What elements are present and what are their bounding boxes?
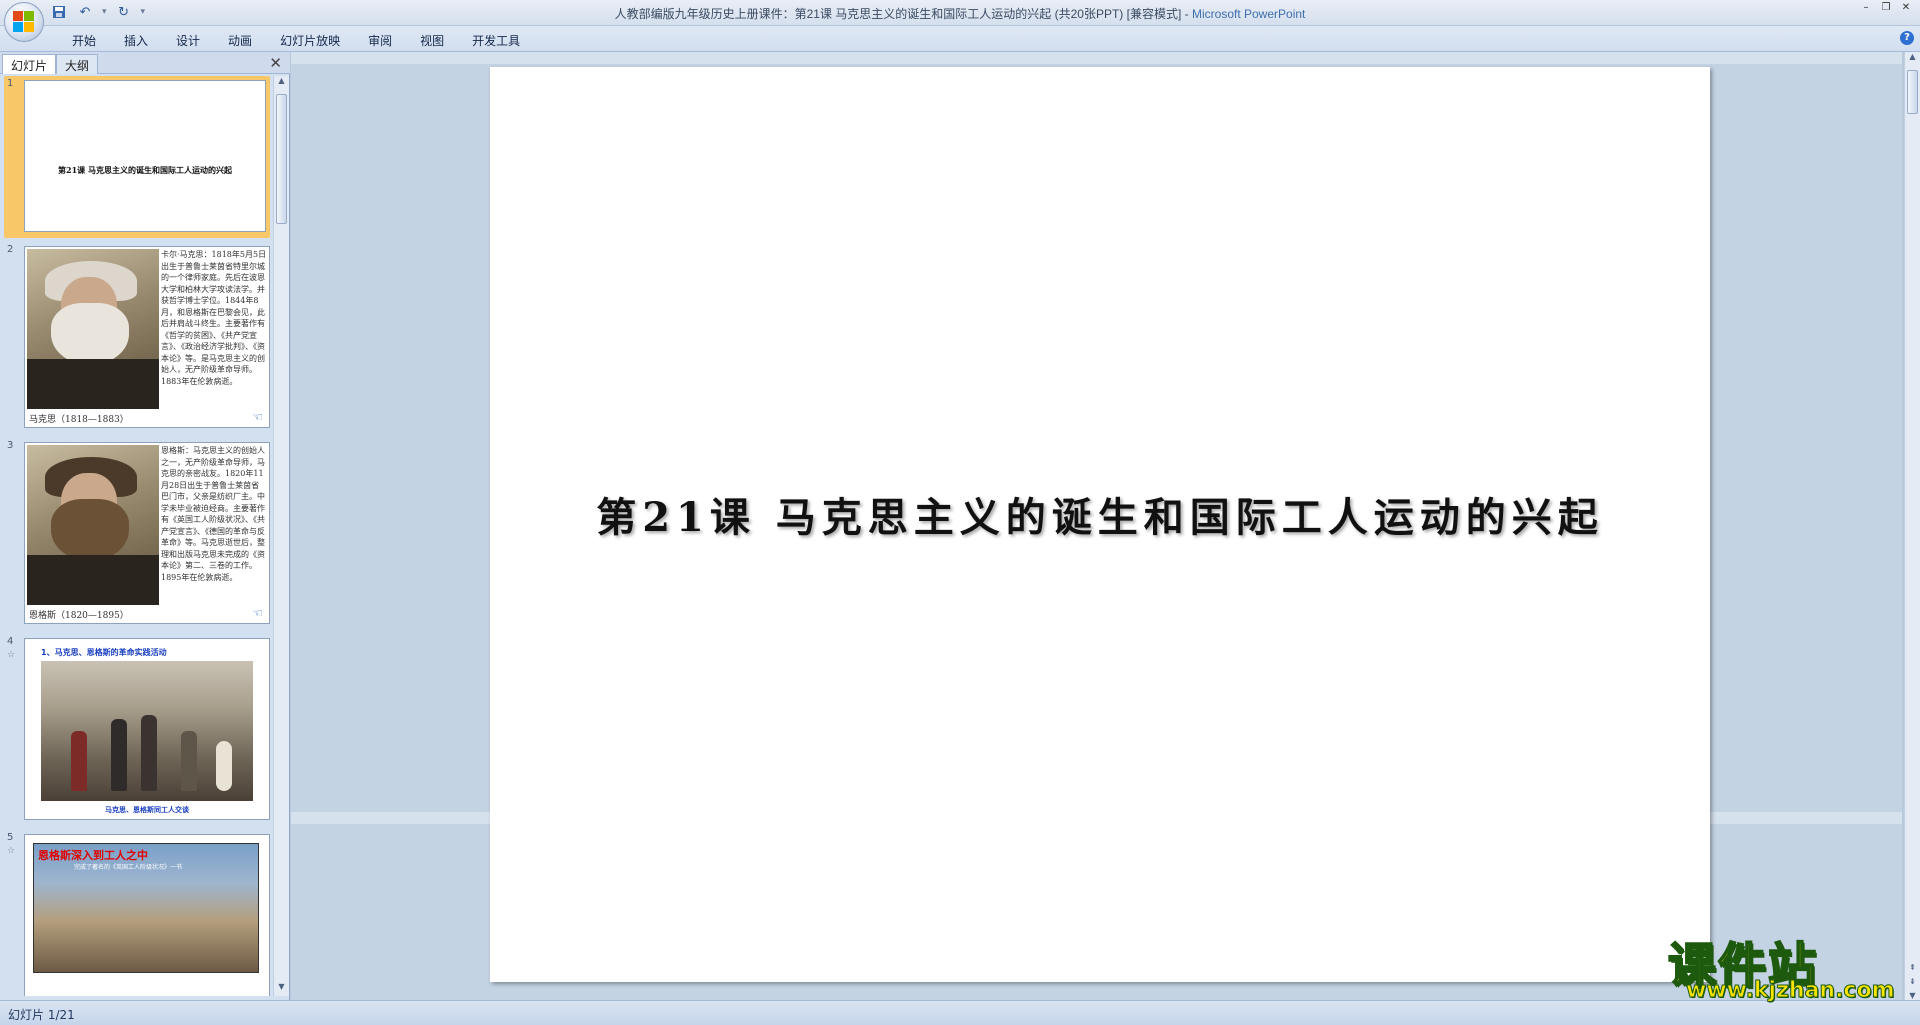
slide-heading: 1、马克思、恩格斯的革命实践活动 [41,648,167,657]
slide-caption: 马克思、恩格斯同工人交谈 [105,806,189,814]
slide-preview-title: 第21课 马克思主义的诞生和国际工人运动的兴起 [58,165,232,175]
hand-pointer-icon: ☜ [252,410,263,424]
slide-thumbnail-2[interactable]: 2 卡尔·马克思：1818年5月5日出生于普鲁士莱茵省特里尔城的一个律师家庭。先… [4,242,270,430]
tab-view[interactable]: 视图 [406,30,458,51]
portrait-caption: 恩格斯（1820—1895） [29,611,129,621]
current-slide[interactable]: 第21课 马克思主义的诞生和国际工人运动的兴起 [490,67,1710,982]
tab-developer[interactable]: 开发工具 [458,30,534,51]
tab-insert[interactable]: 插入 [110,30,162,51]
tab-slideshow[interactable]: 幻灯片放映 [266,30,354,51]
watermark-url: www.kjzhan.com [1686,978,1896,1004]
office-logo-icon [13,11,35,33]
slide-preview: 第21课 马克思主义的诞生和国际工人运动的兴起 [24,80,266,232]
restore-icon[interactable]: ❐ [1878,2,1894,14]
next-slide-icon[interactable]: ⇟ [1905,977,1920,986]
panel-close-icon[interactable]: ✕ [269,54,282,72]
slide-preview: 卡尔·马克思：1818年5月5日出生于普鲁士莱茵省特里尔城的一个律师家庭。先后在… [24,246,270,428]
slide-preview: 恩格斯：马克思主义的创始人之一，无产阶级革命导师，马克思的亲密战友。1820年1… [24,442,270,624]
status-bar: 幻灯片 1/21 [0,1000,1920,1025]
scroll-up-icon[interactable]: ▲ [274,76,289,90]
portrait-caption: 马克思（1818—1883） [29,415,129,425]
help-icon[interactable]: ? [1900,31,1914,45]
slide-thumbnail-1[interactable]: 1 第21课 马克思主义的诞生和国际工人运动的兴起 [4,76,270,238]
slide-number: 2 [7,244,14,255]
scroll-down-icon[interactable]: ▼ [274,982,289,996]
slide-scrollbar[interactable]: ▲ ⇞ ⇟ ▼ [1904,52,1920,1000]
window-controls: – ❐ ✕ [1858,2,1914,14]
tab-outline[interactable]: 大纲 [56,54,99,74]
slide-indicator: 幻灯片 1/21 [8,1008,75,1022]
tab-slides[interactable]: 幻灯片 [2,54,57,74]
tab-review[interactable]: 审阅 [354,30,406,51]
animation-star-icon: ☆ [7,846,16,856]
slide-number: 3 [7,440,14,451]
slide-number: 1 [7,78,14,89]
thumbnails-scrollbar[interactable]: ▲ ▼ [273,76,289,996]
panel-tabs: 大纲 幻灯片 ✕ [0,52,290,74]
slide-thumbnail-4[interactable]: 4 ☆ 1、马克思、恩格斯的革命实践活动 马克思、恩格斯同工人交谈 [4,634,270,822]
watermark-logo: 课件站 www.kjzhan.com [1667,926,1904,1004]
engels-workers-image: 恩格斯深入到工人之中 完成了著名的《英国工人阶级状况》一书 [33,843,259,973]
slide-number: 5 [7,832,14,843]
slide-thumbnail-3[interactable]: 3 恩格斯：马克思主义的创始人之一，无产阶级革命导师，马克思的亲密战友。1820… [4,438,270,626]
tab-design[interactable]: 设计 [162,30,214,51]
slide-preview: 1、马克思、恩格斯的革命实践活动 马克思、恩格斯同工人交谈 [24,638,270,820]
slide-bio-text: 恩格斯：马克思主义的创始人之一，无产阶级革命导师，马克思的亲密战友。1820年1… [161,446,265,582]
hand-pointer-icon: ☜ [252,606,263,620]
workers-scene-image [41,661,253,801]
slide-number: 4 [7,636,14,647]
animation-star-icon: ☆ [7,650,16,660]
marx-portrait [27,249,159,409]
tab-animations[interactable]: 动画 [214,30,266,51]
scroll-down-icon[interactable]: ▼ [1905,991,1920,1000]
slide-preview: 恩格斯深入到工人之中 完成了著名的《英国工人阶级状况》一书 [24,834,270,996]
ribbon-tab-bar: 开始 插入 设计 动画 幻灯片放映 审阅 视图 开发工具 ? [0,26,1920,52]
minimize-icon[interactable]: – [1858,2,1874,14]
document-title: 人教部编版九年级历史上册课件：第21课 马克思主义的诞生和国际工人运动的兴起 (… [614,7,1182,21]
slide-heading: 恩格斯深入到工人之中 [38,849,148,862]
tab-home[interactable]: 开始 [58,30,110,51]
app-name: Microsoft PowerPoint [1192,7,1306,21]
title-bar: ↶ ▾ ↻ ▾ 人教部编版九年级历史上册课件：第21课 马克思主义的诞生和国际工… [0,0,1920,42]
engels-portrait [27,445,159,605]
scroll-up-icon[interactable]: ▲ [1905,52,1920,61]
slide-subtext: 完成了著名的《英国工人阶级状况》一书 [74,864,183,871]
scroll-thumb[interactable] [276,94,287,224]
slide-thumbnail-5[interactable]: 5 ☆ 恩格斯深入到工人之中 完成了著名的《英国工人阶级状况》一书 [4,830,270,996]
close-icon[interactable]: ✕ [1898,2,1914,14]
previous-slide-icon[interactable]: ⇞ [1905,963,1920,972]
slide-thumbnail-list: 1 第21课 马克思主义的诞生和国际工人运动的兴起 2 卡尔·马克思：1818年… [0,76,272,996]
slide-bio-text: 卡尔·马克思：1818年5月5日出生于普鲁士莱茵省特里尔城的一个律师家庭。先后在… [161,250,267,386]
scroll-thumb[interactable] [1907,70,1918,114]
window-title: 人教部编版九年级历史上册课件：第21课 马克思主义的诞生和国际工人运动的兴起 (… [614,7,1306,21]
slide-title[interactable]: 第21课 马克思主义的诞生和国际工人运动的兴起 [490,485,1710,543]
office-button[interactable] [4,2,44,42]
slides-panel: 大纲 幻灯片 ✕ 1 第21课 马克思主义的诞生和国际工人运动的兴起 2 卡尔·… [0,52,290,1000]
